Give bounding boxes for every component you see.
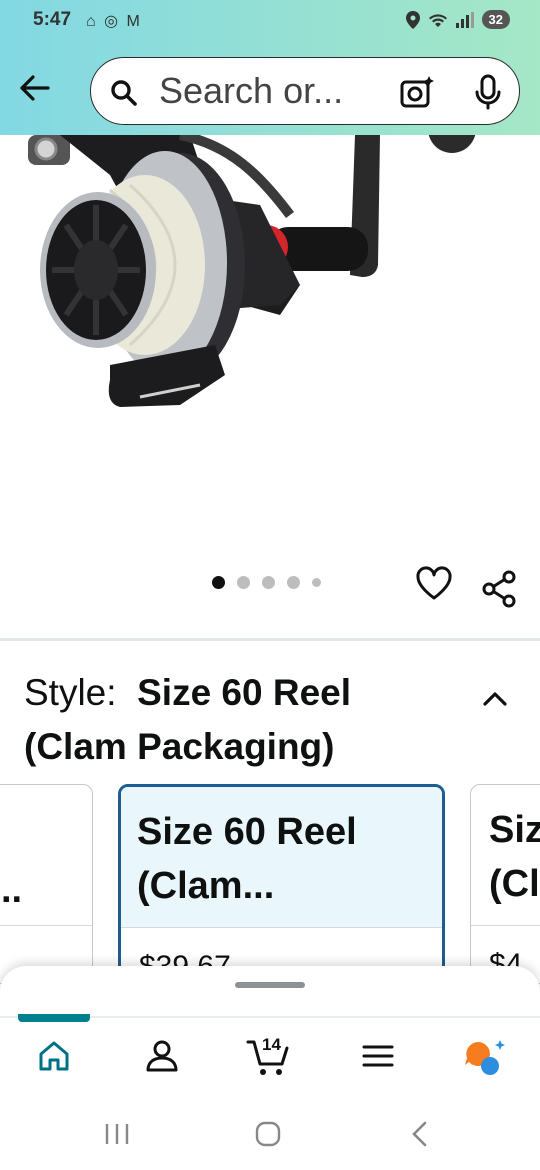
- hamburger-menu-icon: [362, 1045, 394, 1067]
- style-heading: Style: Size 60 Reel (Clam Packaging): [24, 666, 464, 774]
- recent-apps-icon[interactable]: [104, 1122, 130, 1146]
- pagination-dot[interactable]: [237, 576, 250, 589]
- nav-home[interactable]: [36, 1038, 72, 1079]
- pagination-dot[interactable]: [287, 576, 300, 589]
- nav-menu[interactable]: [360, 1038, 396, 1079]
- signal-icon: [455, 11, 474, 28]
- style-option[interactable]: ..: [0, 784, 93, 984]
- heart-icon: [416, 566, 452, 600]
- section-divider: [0, 638, 540, 641]
- product-page: 5:47 ⌂ ◎ M 32 Search or... Style: Size 6…: [0, 0, 540, 1170]
- back-chevron-icon[interactable]: [408, 1120, 430, 1148]
- notification-icons: ⌂ ◎ M: [86, 13, 142, 30]
- search-input[interactable]: Search or...: [90, 57, 520, 125]
- person-icon: [146, 1040, 178, 1072]
- collapse-button[interactable]: [480, 684, 510, 719]
- cart-count-badge: 14: [262, 1035, 281, 1054]
- style-option-title: ..: [1, 869, 23, 911]
- arrow-left-icon: [20, 75, 50, 101]
- rufus-assistant-icon: [465, 1040, 505, 1075]
- chevron-up-icon: [483, 692, 507, 706]
- status-right: 32: [405, 10, 510, 29]
- header: 5:47 ⌂ ◎ M 32 Search or...: [0, 0, 540, 135]
- style-option-title: Size 60 Reel (Clam...: [121, 787, 442, 927]
- battery-indicator: 32: [481, 10, 510, 29]
- style-option-selected[interactable]: Size 60 Reel (Clam... $39.67: [118, 784, 445, 984]
- image-pagination[interactable]: [212, 576, 321, 589]
- product-image[interactable]: [0, 135, 540, 635]
- camera-search-icon[interactable]: [399, 74, 435, 110]
- home-circle-icon[interactable]: [254, 1120, 282, 1148]
- nav-rufus[interactable]: [464, 1038, 508, 1083]
- search-placeholder: Search or...: [159, 70, 344, 111]
- home-icon: [39, 1041, 69, 1071]
- microphone-icon[interactable]: [473, 74, 503, 110]
- active-tab-indicator: [18, 1014, 90, 1022]
- share-button[interactable]: [481, 570, 517, 613]
- pagination-dot[interactable]: [212, 576, 225, 589]
- share-icon: [482, 570, 516, 608]
- pagination-dot[interactable]: [312, 578, 321, 587]
- style-option[interactable]: Siz (Cl $4: [470, 784, 540, 984]
- nav-account[interactable]: [144, 1038, 180, 1079]
- status-time: 5:47: [33, 9, 72, 30]
- pagination-dot[interactable]: [262, 576, 275, 589]
- wishlist-button[interactable]: [415, 565, 453, 606]
- fishing-reel-image: [28, 135, 476, 407]
- style-option-title: Siz (Cl: [489, 809, 540, 905]
- search-icon: [111, 80, 137, 106]
- system-navigation-bar: [0, 1100, 540, 1170]
- style-label: Style:: [24, 672, 117, 713]
- wifi-icon: [428, 13, 447, 27]
- sheet-drag-handle[interactable]: [235, 982, 305, 988]
- back-button[interactable]: [16, 70, 56, 110]
- status-bar: 5:47 ⌂ ◎ M 32: [0, 0, 540, 44]
- location-icon: [405, 10, 420, 29]
